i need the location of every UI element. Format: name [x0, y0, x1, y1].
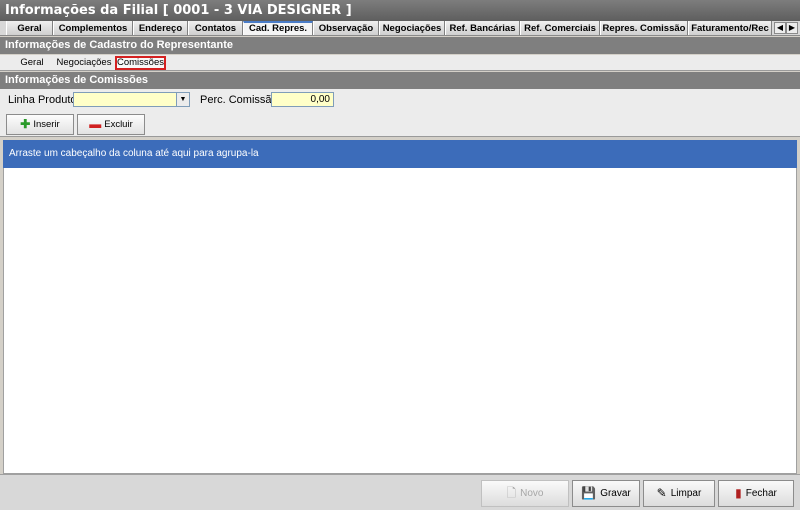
insert-button[interactable]: ✚ Inserir: [6, 114, 74, 135]
minus-icon: ▬: [89, 117, 102, 131]
sub-tab-bar: Geral Negociações Comissões: [0, 55, 800, 71]
limpar-label: Limpar: [670, 488, 702, 499]
tab-endereco[interactable]: Endereço: [133, 21, 188, 35]
save-icon: 💾: [581, 486, 597, 500]
subtab-comissoes[interactable]: Comissões: [115, 56, 166, 70]
gravar-button[interactable]: 💾 Gravar: [572, 480, 640, 507]
plus-icon: ✚: [20, 117, 31, 131]
delete-label: Excluir: [104, 119, 133, 130]
fechar-label: Fechar: [745, 488, 777, 499]
section-title-comissoes: Informações de Comissões: [0, 72, 800, 89]
section-title-representante: Informações de Cadastro do Representante: [0, 37, 800, 54]
tab-observacao[interactable]: Observação: [313, 21, 379, 35]
tab-cad-repres[interactable]: Cad. Repres.: [243, 21, 313, 35]
top-tab-bar: Geral Complementos Endereço Contatos Cad…: [0, 21, 800, 36]
tab-geral[interactable]: Geral: [6, 21, 53, 35]
insert-label: Inserir: [33, 119, 60, 130]
commission-form: Linha Produto ▼ Perc. Comissão: [0, 89, 800, 112]
clear-icon: ✎: [656, 486, 667, 500]
tab-complementos[interactable]: Complementos: [53, 21, 133, 35]
novo-label: Novo: [520, 488, 544, 499]
novo-button[interactable]: 🗋 Novo: [481, 480, 569, 507]
linha-produto-label: Linha Produto: [8, 94, 77, 106]
linha-produto-select[interactable]: ▼: [73, 92, 190, 107]
grid-toolbar: ✚ Inserir ▬ Excluir: [0, 112, 800, 137]
subtab-negociacoes[interactable]: Negociações: [54, 56, 114, 70]
tab-scroll-left-icon[interactable]: ◀: [774, 22, 786, 34]
limpar-button[interactable]: ✎ Limpar: [643, 480, 715, 507]
footer-bar: 🗋 Novo 💾 Gravar ✎ Limpar ▮ Fechar: [0, 474, 800, 510]
tab-negociacoes[interactable]: Negociações: [379, 21, 445, 35]
perc-comissao-label: Perc. Comissão: [200, 94, 278, 106]
tab-contatos[interactable]: Contatos: [188, 21, 243, 35]
gravar-label: Gravar: [600, 488, 631, 499]
new-document-icon: 🗋: [506, 486, 517, 500]
tab-scroll-right-icon[interactable]: ▶: [786, 22, 798, 34]
perc-comissao-input[interactable]: [271, 92, 334, 107]
chevron-down-icon[interactable]: ▼: [176, 93, 189, 106]
group-by-panel[interactable]: Arraste um cabeçalho da coluna até aqui …: [3, 140, 797, 168]
delete-button[interactable]: ▬ Excluir: [77, 114, 145, 135]
tab-faturamento[interactable]: Faturamento/Rec: [688, 21, 772, 35]
subtab-geral[interactable]: Geral: [10, 56, 54, 70]
window-title: Informações da Filial [ 0001 - 3 VIA DES…: [0, 0, 800, 21]
tab-repres-comissao[interactable]: Repres. Comissão: [600, 21, 688, 35]
commission-grid[interactable]: [3, 168, 797, 474]
fechar-button[interactable]: ▮ Fechar: [718, 480, 794, 507]
exit-door-icon: ▮: [735, 486, 742, 500]
tab-ref-bancarias[interactable]: Ref. Bancárias: [445, 21, 520, 35]
tab-ref-comerciais[interactable]: Ref. Comerciais: [520, 21, 600, 35]
